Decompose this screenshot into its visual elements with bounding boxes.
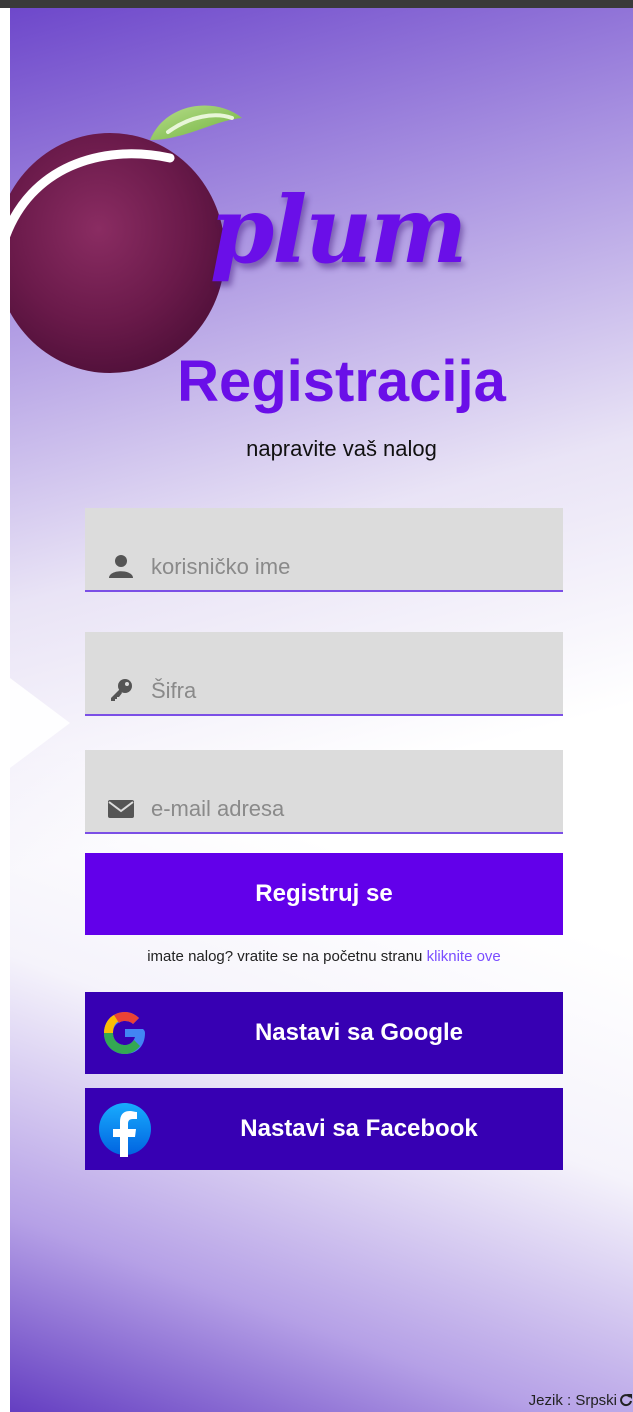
username-input[interactable] — [151, 550, 541, 584]
facebook-icon — [99, 1103, 151, 1157]
google-button-label: Nastavi sa Google — [254, 1019, 464, 1046]
login-hint-text: imate nalog? vratite se na početnu stran… — [147, 948, 423, 965]
username-field[interactable] — [85, 508, 563, 592]
google-icon — [104, 1012, 145, 1054]
password-field[interactable] — [85, 632, 563, 716]
left-edge — [0, 8, 10, 1412]
decorative-wedge — [10, 678, 70, 768]
email-input[interactable] — [151, 792, 541, 826]
user-icon — [109, 555, 133, 578]
page-title: Registracija — [177, 349, 506, 414]
facebook-signin-button[interactable]: Nastavi sa Facebook — [85, 1088, 563, 1170]
envelope-icon — [108, 800, 134, 818]
password-input[interactable] — [151, 674, 541, 708]
login-link[interactable]: kliknite ove — [427, 948, 501, 965]
language-selector[interactable]: Jezik : Srpski — [529, 1392, 633, 1409]
brand-logo-text: plum — [210, 176, 468, 284]
login-hint: imate nalog? vratite se na početnu stran… — [85, 948, 563, 965]
language-label: Jezik : Srpski — [528, 1392, 617, 1409]
email-field[interactable] — [85, 750, 563, 834]
refresh-icon[interactable] — [619, 1393, 633, 1407]
registration-screen: plum Registracija napravite vaš nalog Re… — [10, 8, 633, 1412]
key-icon — [111, 679, 132, 701]
window-top-bar — [0, 0, 633, 8]
google-signin-button[interactable]: Nastavi sa Google — [85, 992, 563, 1074]
page-subtitle: napravite vaš nalog — [246, 436, 437, 461]
facebook-button-label: Nastavi sa Facebook — [240, 1115, 478, 1142]
register-button[interactable]: Registruj se — [85, 853, 563, 935]
